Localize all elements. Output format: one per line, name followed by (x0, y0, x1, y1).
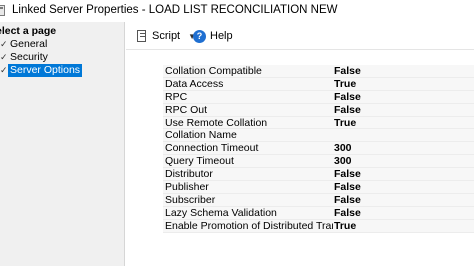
property-value[interactable] (333, 129, 474, 141)
window-title: Linked Server Properties - LOAD LIST REC… (12, 4, 338, 16)
property-name: Distributor (165, 168, 213, 181)
page-item-label: Server Options (8, 64, 83, 77)
property-name: Lazy Schema Validation (165, 206, 277, 219)
property-value[interactable]: False (333, 91, 474, 103)
property-name: RPC (165, 90, 188, 103)
property-row[interactable]: Collation Name (163, 129, 474, 143)
script-label: Script (152, 30, 181, 42)
property-row[interactable]: Data Access True (163, 78, 474, 91)
property-row[interactable]: Enable Promotion of Distributed Transact… (163, 220, 474, 233)
property-row[interactable]: RPC Out False (163, 104, 474, 117)
property-grid-area: Collation Compatible False Data Access Tru… (126, 51, 474, 266)
select-page-pane: elect a page ✓ General ✓ Security ✓ Serv… (0, 22, 125, 266)
app-icon (0, 5, 5, 16)
property-value[interactable]: False (333, 207, 474, 219)
page-arrow-icon: ✓ (0, 65, 8, 75)
script-button[interactable]: Script ▼ (136, 28, 196, 44)
help-icon: ? (193, 29, 206, 43)
page-item-label: General (10, 38, 48, 50)
property-row[interactable]: Distributor False (163, 168, 474, 182)
property-value[interactable]: True (333, 220, 474, 232)
page-item-security[interactable]: ✓ Security (0, 51, 50, 64)
property-value[interactable]: False (333, 65, 474, 77)
property-row[interactable]: Connection Timeout 300 (163, 142, 474, 156)
property-value[interactable]: False (333, 104, 474, 116)
property-name: RPC Out (165, 103, 208, 116)
property-row[interactable]: RPC False (163, 91, 474, 104)
property-value[interactable]: False (333, 168, 474, 180)
property-name: Collation Compatible (165, 65, 262, 77)
property-value[interactable]: 300 (333, 142, 474, 154)
property-value[interactable]: False (333, 181, 474, 193)
property-value[interactable]: False (333, 194, 474, 206)
property-name: Data Access (165, 77, 224, 90)
property-name: Collation Name (165, 129, 237, 142)
property-row[interactable]: Lazy Schema Validation False (163, 207, 474, 220)
property-value[interactable]: 300 (333, 155, 474, 167)
script-icon (136, 29, 148, 43)
help-label: Help (210, 30, 233, 42)
property-row[interactable]: Collation Compatible False (163, 65, 474, 78)
page-item-server-options[interactable]: ✓ Server Options (0, 64, 83, 77)
property-name: Publisher (165, 181, 209, 193)
property-name: Query Timeout (165, 155, 234, 168)
select-page-header: elect a page (0, 25, 114, 37)
page-item-general[interactable]: ✓ General (0, 38, 49, 51)
page-arrow-icon: ✓ (0, 39, 8, 49)
property-name: Use Remote Collation (165, 116, 268, 129)
property-grid: Collation Compatible False Data Access Tru… (163, 65, 474, 233)
page-arrow-icon: ✓ (0, 52, 8, 62)
property-row[interactable]: Use Remote Collation True (163, 117, 474, 130)
property-value[interactable]: True (333, 117, 474, 129)
property-row[interactable]: Subscriber False (163, 194, 474, 207)
property-row[interactable]: Query Timeout 300 (163, 155, 474, 169)
help-button[interactable]: ? Help (193, 28, 233, 44)
property-value[interactable]: True (333, 78, 474, 90)
toolbar: Script ▼ ? Help (126, 22, 474, 50)
property-row[interactable]: Publisher False (163, 181, 474, 194)
property-name: Connection Timeout (165, 142, 259, 155)
page-item-label: Security (10, 51, 48, 63)
property-name: Subscriber (165, 193, 216, 206)
property-name: Enable Promotion of Distributed Transact… (165, 219, 333, 232)
title-bar: Linked Server Properties - LOAD LIST REC… (0, 0, 474, 22)
